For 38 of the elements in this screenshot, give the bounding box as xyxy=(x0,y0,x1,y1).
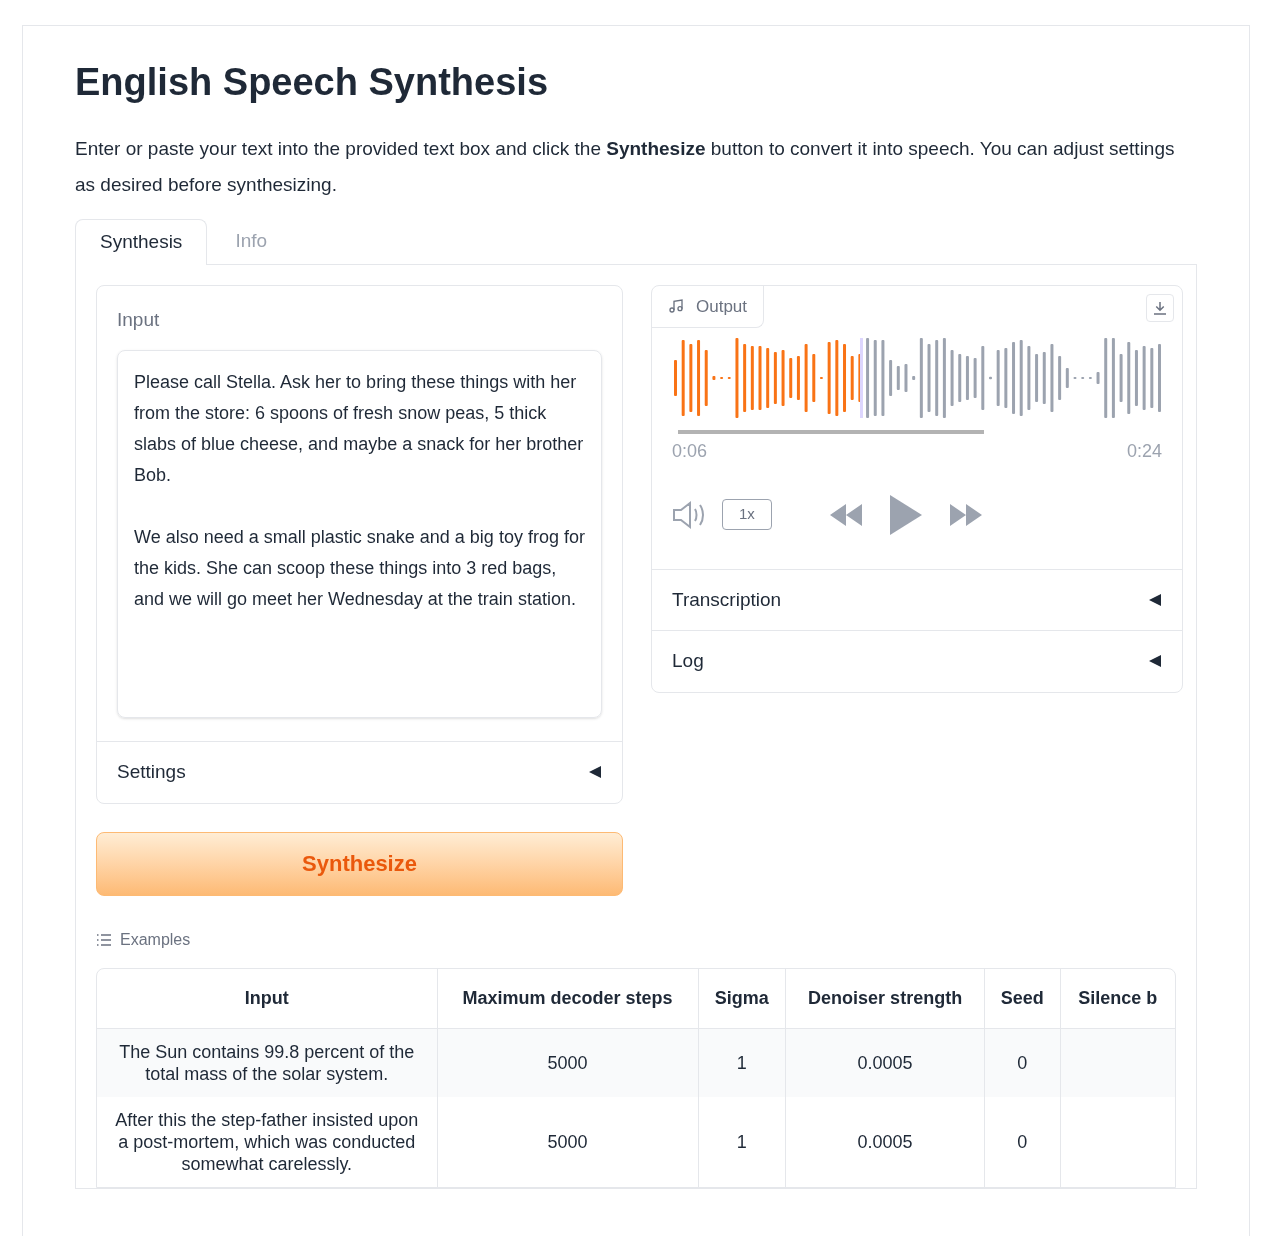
accordion-header[interactable]: Transcription xyxy=(652,568,1182,630)
table-cell: 5000 xyxy=(547,1131,588,1152)
column-header: Sigma xyxy=(698,968,786,1028)
music-note-icon xyxy=(668,298,684,315)
output-label-text: Output xyxy=(696,295,748,318)
tab[interactable]: Synthesis xyxy=(75,219,208,265)
volume-icon[interactable] xyxy=(672,499,706,530)
table-cell: 0.0005 xyxy=(857,1131,913,1152)
column-header: Denoiser strength xyxy=(785,968,985,1028)
column-header: Seed xyxy=(984,968,1061,1028)
text-input-field[interactable]: Please call Stella. Ask her to bring these things with her from the store: 6 spoons of fresh snow peas, 5 thick slabs of blue cheese, and maybe a snack for her brother Bob. We also need a small plastic snake and a big toy frog for the kids. She can scoop these things into 3 red bags, and we will go meet her Wednesday at the train station. xyxy=(117,350,602,718)
download-button[interactable] xyxy=(1146,293,1174,322)
table-cell: 5000 xyxy=(547,1052,588,1073)
examples-label: Examples xyxy=(120,929,191,950)
accordion-header[interactable]: Log xyxy=(652,630,1182,692)
page-title: English Speech Synthesis xyxy=(75,60,550,105)
column-header: Input xyxy=(97,968,437,1028)
table-cell: 1 xyxy=(736,1052,747,1073)
waveform-track[interactable] xyxy=(672,337,1162,418)
example-row[interactable]: The Sun contains 99.8 percent of the total mass of the solar system. 5000 1 0.0005 0 xyxy=(97,1028,1175,1097)
speed-button[interactable]: 1x xyxy=(722,499,772,530)
input-label: Input xyxy=(117,307,161,332)
column-header: Silence b xyxy=(1060,968,1175,1028)
current-time: 0:06 xyxy=(672,439,708,463)
example-row[interactable]: After this the step-father insisted upon a post-mortem, which was conducted somewhat carelessly. 5000 1 0.0005 0 xyxy=(97,1096,1175,1187)
play-icon[interactable] xyxy=(887,492,924,537)
table-cell: 0 xyxy=(1017,1131,1028,1152)
fast-forward-icon[interactable] xyxy=(947,501,984,528)
column-header: Maximum decoder steps xyxy=(437,968,698,1028)
table-cell: 1 xyxy=(736,1131,747,1152)
table-cell: The Sun contains 99.8 percent of the total mass of the solar system. xyxy=(119,1041,415,1084)
table-cell: 0.0005 xyxy=(857,1052,913,1073)
accordion-header[interactable]: Settings xyxy=(97,741,622,803)
list-icon xyxy=(96,932,112,947)
table-cell: After this the step-father insisted upon a post-mortem, which was conducted somewhat carelessly. xyxy=(115,1109,419,1174)
duration: 0:24 xyxy=(1126,439,1162,463)
table-cell: 0 xyxy=(1017,1052,1028,1073)
description: Enter or paste your text into the provided text box and click the Synthesize button to convert it into speech. You can adjust settings as desired before synthesizing. xyxy=(75,137,1176,197)
